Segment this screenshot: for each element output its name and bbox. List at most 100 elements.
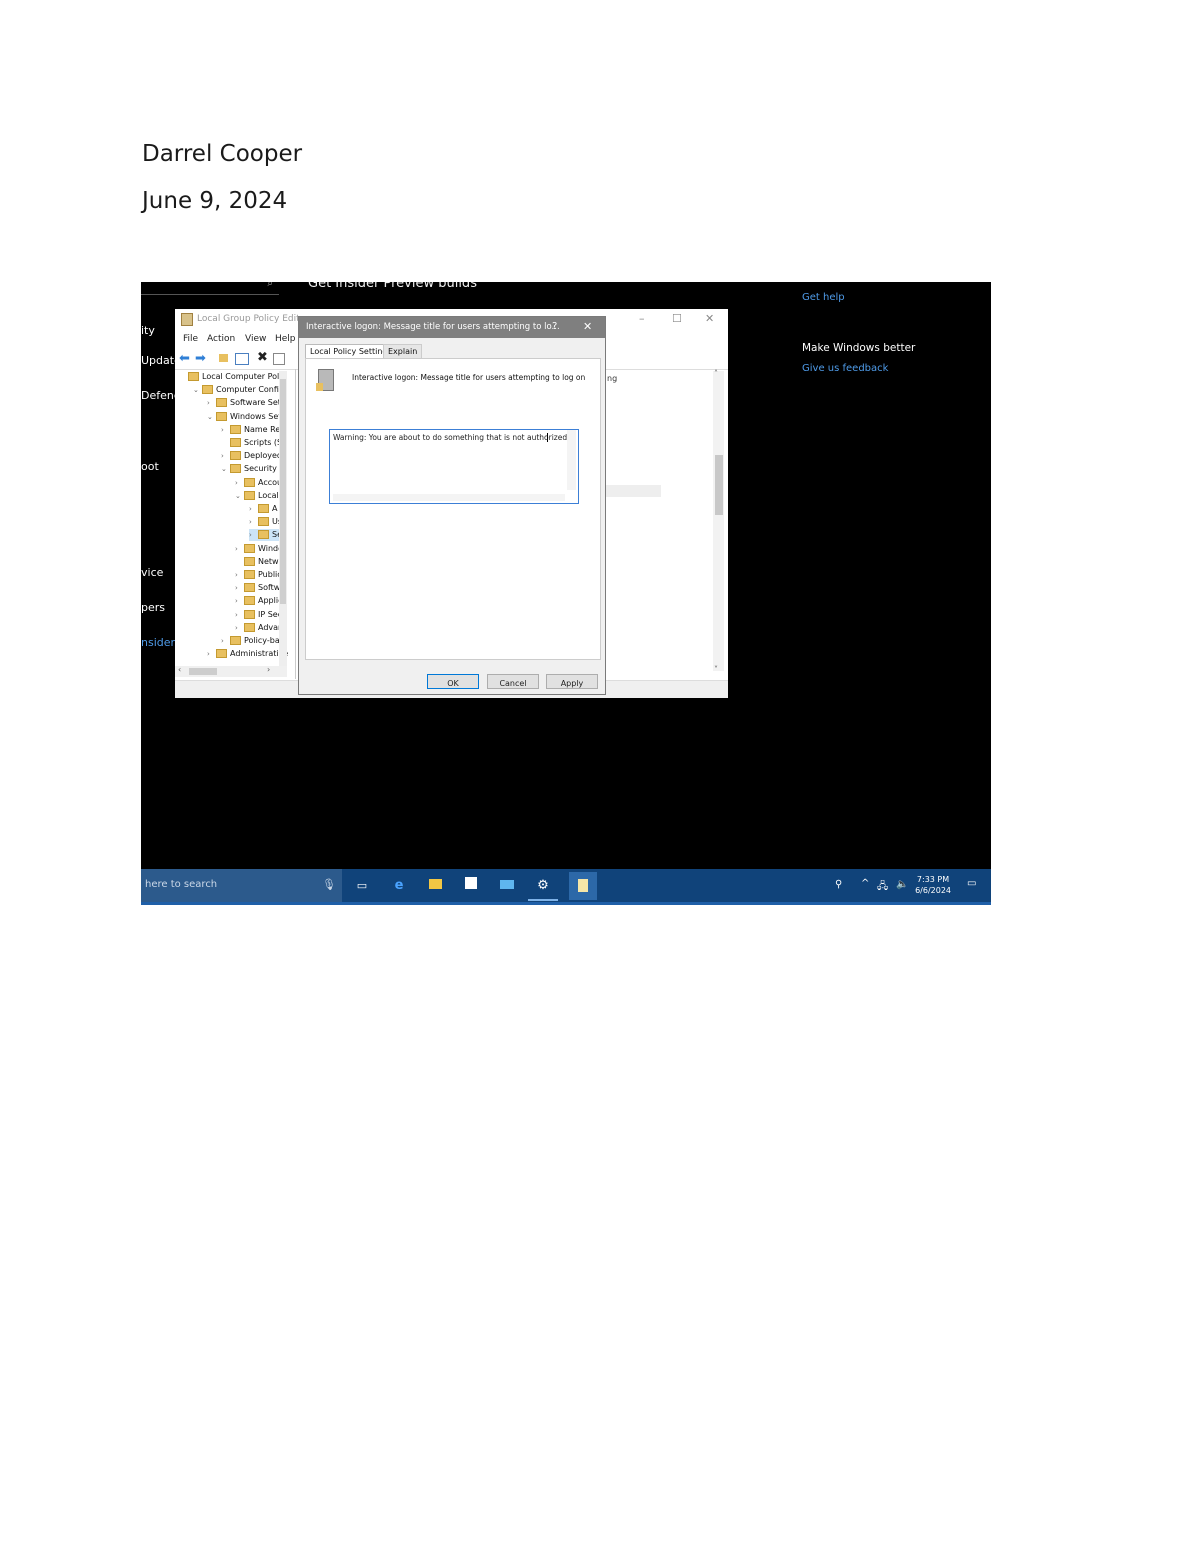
forward-icon[interactable]: ➡ <box>195 351 206 366</box>
menu-help[interactable]: Help <box>275 334 296 344</box>
expand-chevron-icon[interactable]: › <box>235 543 244 555</box>
scroll-right-icon[interactable]: › <box>267 665 270 674</box>
tree-hscrollbar[interactable]: ‹ › <box>175 665 287 677</box>
expand-chevron-icon[interactable]: › <box>249 503 258 515</box>
menu-view[interactable]: View <box>245 334 266 344</box>
message-title-input[interactable]: Warning: You are about to do something t… <box>329 429 579 504</box>
menu-action[interactable]: Action <box>207 334 235 344</box>
minimize-icon[interactable]: – <box>639 312 645 325</box>
expand-chevron-icon[interactable]: ⌄ <box>193 384 202 396</box>
dialog-help-button[interactable]: ? <box>552 321 557 332</box>
mail-icon[interactable] <box>498 877 516 895</box>
edge-icon[interactable]: e <box>390 877 408 895</box>
tree-scrollbar-thumb[interactable] <box>280 379 286 604</box>
task-view-icon[interactable]: ▭ <box>353 877 371 895</box>
tree-item[interactable]: Netwo <box>235 556 283 568</box>
expand-chevron-icon[interactable]: › <box>221 450 230 462</box>
expand-chevron-icon[interactable]: ⌄ <box>235 490 244 502</box>
expand-chevron-icon[interactable]: › <box>235 595 244 607</box>
input-vscrollbar[interactable] <box>567 430 576 490</box>
hscroll-thumb[interactable] <box>189 668 217 675</box>
delete-icon[interactable]: ✖ <box>257 350 268 365</box>
settings-nav-item[interactable]: Update <box>141 354 175 367</box>
tree-item[interactable]: Local Computer Polic <box>179 371 286 383</box>
tree-item[interactable]: ⌄ Computer Config <box>193 384 284 396</box>
close-icon[interactable]: ✕ <box>705 312 714 325</box>
group-policy-taskbar-icon[interactable] <box>569 872 597 900</box>
settings-nav-item[interactable]: vice <box>141 566 163 579</box>
menu-file[interactable]: File <box>183 334 198 344</box>
tree-item[interactable]: › A <box>249 503 277 515</box>
tree-item[interactable]: Scripts (St <box>221 437 285 449</box>
ok-button[interactable]: OK <box>427 674 479 689</box>
expand-chevron-icon[interactable]: › <box>207 397 216 409</box>
settings-gear-icon[interactable]: ⚙ <box>534 877 552 895</box>
up-folder-icon[interactable] <box>219 354 228 362</box>
cancel-button[interactable]: Cancel <box>487 674 539 689</box>
expand-chevron-icon[interactable]: ⌄ <box>221 463 230 475</box>
microphone-icon[interactable]: 🎙 <box>322 878 336 891</box>
tree-item[interactable]: › Softwa <box>235 582 285 594</box>
tree-item[interactable]: › Advan <box>235 622 283 634</box>
clock-date: 6/6/2024 <box>915 886 951 895</box>
get-help-link[interactable]: Get help <box>802 292 845 303</box>
action-center-icon[interactable]: ▭ <box>967 878 976 889</box>
tab-local-policy-setting[interactable]: Local Policy Setting <box>305 344 393 359</box>
scroll-left-icon[interactable]: ‹ <box>178 665 181 674</box>
selected-row-highlight[interactable] <box>605 485 661 497</box>
tree-item[interactable]: › Public <box>235 569 282 581</box>
expand-chevron-icon[interactable]: › <box>207 648 216 660</box>
expand-chevron-icon[interactable]: › <box>235 477 244 489</box>
settings-nav-item[interactable]: Defend <box>141 389 175 402</box>
settings-nav-item[interactable]: nsider <box>141 636 175 649</box>
expand-chevron-icon[interactable]: › <box>235 569 244 581</box>
list-scrollbar-thumb[interactable] <box>715 455 723 515</box>
tree-item[interactable]: › Windo <box>235 543 283 555</box>
dialog-close-icon[interactable]: ✕ <box>583 320 592 333</box>
expand-chevron-icon[interactable]: › <box>221 635 230 647</box>
feedback-link[interactable]: Give us feedback <box>802 363 888 374</box>
network-icon[interactable]: 🖧 <box>877 879 888 896</box>
tree-item-label: A <box>272 504 278 513</box>
tree-item[interactable]: › Us <box>249 516 282 528</box>
settings-nav-item[interactable]: pers <box>141 601 165 614</box>
maximize-icon[interactable]: ☐ <box>672 312 682 325</box>
scroll-up-icon[interactable]: ˄ <box>714 369 718 378</box>
tree-item[interactable]: › Name Re <box>221 424 280 436</box>
taskbar-clock[interactable]: 7:33 PM 6/6/2024 <box>915 874 951 896</box>
expand-chevron-icon[interactable]: › <box>235 622 244 634</box>
tree-item[interactable]: › Accou <box>235 477 282 489</box>
show-hide-tree-icon[interactable] <box>235 353 249 365</box>
taskbar-search[interactable]: here to search 🎙 <box>141 869 342 902</box>
tree-item[interactable]: › Policy-bas <box>221 635 284 647</box>
back-icon[interactable]: ⬅ <box>179 351 190 366</box>
apply-button[interactable]: Apply <box>546 674 598 689</box>
expand-chevron-icon[interactable]: ⌄ <box>207 411 216 423</box>
input-hscrollbar[interactable] <box>333 494 565 501</box>
list-scrollbar[interactable] <box>713 371 724 671</box>
tree-item[interactable]: ⌄ Windows Sett <box>207 411 285 423</box>
file-explorer-icon[interactable] <box>426 877 444 895</box>
scroll-down-icon[interactable]: ˅ <box>714 665 718 674</box>
tree-item[interactable]: ⌄ Security S <box>221 463 284 475</box>
tree-item[interactable]: › IP Sec <box>235 609 282 621</box>
people-icon[interactable]: ⚲ <box>835 879 842 890</box>
folder-icon <box>244 477 255 487</box>
clock-time: 7:33 PM <box>916 875 950 884</box>
show-hidden-icons-chevron[interactable]: ^ <box>861 878 869 889</box>
properties-icon[interactable] <box>273 353 285 365</box>
store-icon[interactable] <box>462 877 480 895</box>
volume-icon[interactable]: 🔈 <box>896 879 908 890</box>
tree-item[interactable]: › Applic <box>235 595 282 607</box>
expand-chevron-icon[interactable]: › <box>249 529 258 541</box>
tree-item[interactable]: › Deployed <box>221 450 282 462</box>
settings-nav-item[interactable]: oot <box>141 460 159 473</box>
expand-chevron-icon[interactable]: › <box>235 609 244 621</box>
tree-item[interactable]: › Administrative <box>207 648 288 660</box>
tree-item[interactable]: › Software Sett <box>207 397 284 409</box>
expand-chevron-icon[interactable]: › <box>249 516 258 528</box>
folder-icon <box>258 517 269 527</box>
expand-chevron-icon[interactable]: › <box>235 582 244 594</box>
expand-chevron-icon[interactable]: › <box>221 424 230 436</box>
settings-nav-item[interactable]: ity <box>141 324 155 337</box>
